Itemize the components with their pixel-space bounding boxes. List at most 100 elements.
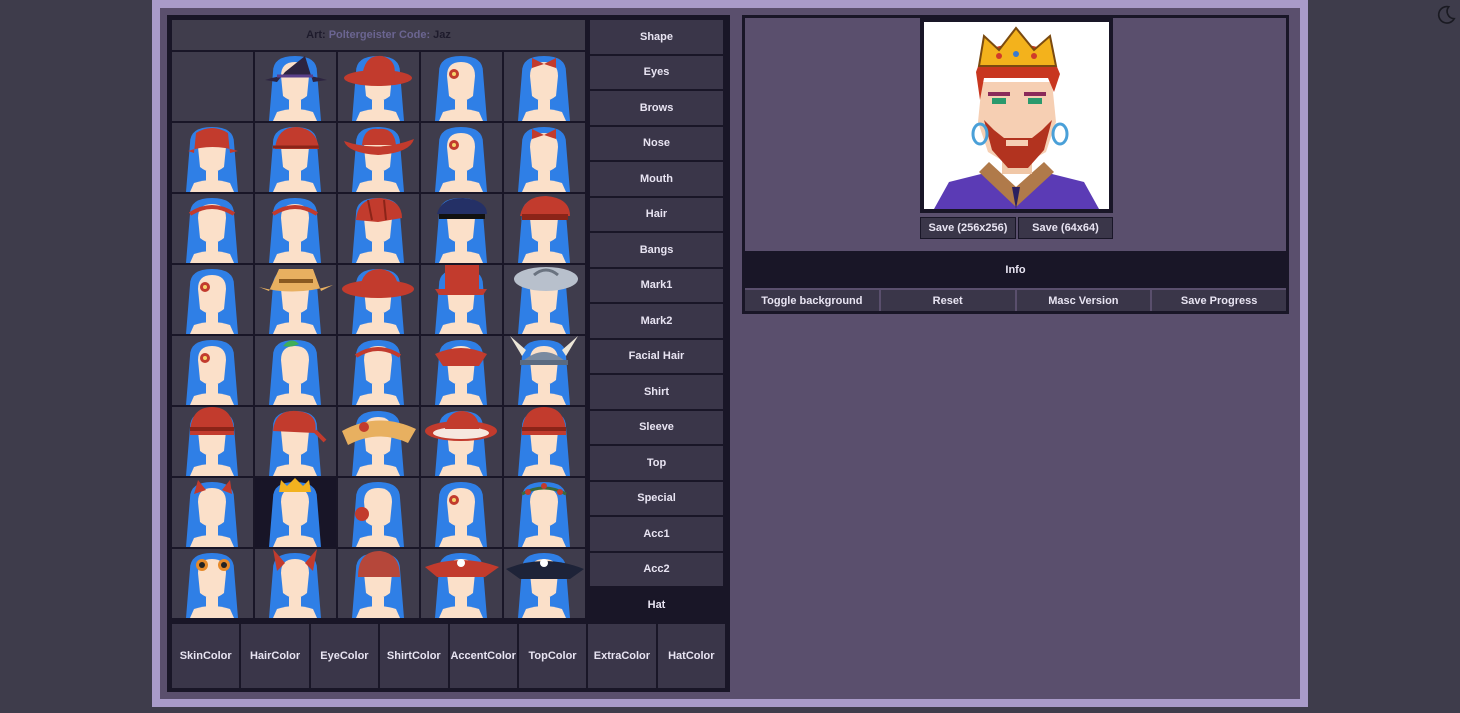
color-button-label-line1: Eye (320, 649, 340, 662)
hat-preview-icon (186, 127, 238, 192)
category-bangs[interactable]: Bangs (590, 233, 723, 267)
hat-preview-icon (435, 198, 487, 263)
hat-option-pirate-hat-black[interactable] (504, 549, 585, 618)
preview-body: Save (256x256) Save (64x64) Info Toggle … (745, 18, 1286, 311)
masc-version-button[interactable]: Masc Version (1016, 290, 1151, 311)
hat-preview-icon (186, 340, 238, 405)
hat-option-white-brim-hat[interactable] (421, 407, 502, 476)
shirt-color-button[interactable]: Shirt Color (380, 624, 448, 688)
category-facial-hair[interactable]: Facial Hair (590, 339, 723, 373)
save-64-button[interactable]: Save (64x64) (1018, 217, 1113, 239)
hat-option-flower-crown[interactable] (504, 478, 585, 547)
editor-panel: Art: Poltergeister Code: Jaz Shape Eyes Br… (167, 15, 730, 692)
code-label: Code: (398, 29, 431, 41)
hat-preview-icon (518, 196, 570, 263)
hat-option-straw-hat[interactable] (255, 265, 336, 334)
hat-option-none[interactable] (172, 52, 253, 121)
hat-option-flower-clip[interactable] (421, 52, 502, 121)
extra-color-button[interactable]: Extra Color (588, 624, 656, 688)
hat-option-beanie[interactable] (172, 407, 253, 476)
hat-option-bandana[interactable] (255, 407, 336, 476)
hat-option-leaf-sprout[interactable] (255, 336, 336, 405)
category-eyes[interactable]: Eyes (590, 55, 723, 89)
hat-option-crown[interactable] (255, 478, 336, 547)
color-button-label-line2: Color (487, 649, 516, 662)
hat-option-bow[interactable] (504, 52, 585, 121)
category-hair[interactable]: Hair (590, 197, 723, 231)
skin-color-button[interactable]: Skin Color (172, 624, 240, 688)
hat-preview-icon (435, 265, 487, 334)
hat-option-tricorn[interactable] (421, 336, 502, 405)
hat-option-top-hat[interactable] (421, 265, 502, 334)
dark-mode-icon[interactable] (1435, 4, 1457, 26)
art-name-link[interactable]: Poltergeister (329, 29, 396, 41)
color-button-label-line1: Hat (668, 649, 686, 662)
hat-option-cap[interactable] (255, 123, 336, 192)
hat-option-devil-horns[interactable] (255, 549, 336, 618)
category-shape[interactable]: Shape (590, 20, 723, 54)
category-mark2[interactable]: Mark2 (590, 304, 723, 338)
hat-option-newsboy-cap[interactable] (338, 194, 419, 263)
category-hat[interactable]: Hat (590, 588, 723, 622)
hat-option-silver-cap[interactable] (504, 265, 585, 334)
hat-option-bucket-hat[interactable] (172, 123, 253, 192)
category-mark1[interactable]: Mark1 (590, 268, 723, 302)
category-nose[interactable]: Nose (590, 126, 723, 160)
hat-option-red-brim-hat[interactable] (338, 265, 419, 334)
toggle-background-button[interactable]: Toggle background (745, 290, 879, 311)
hat-preview-icon (352, 551, 404, 618)
hat-option-flower-clip[interactable] (421, 123, 502, 192)
credit-bar: Art: Poltergeister Code: Jaz (172, 20, 585, 50)
hat-preview-icon (435, 340, 487, 405)
category-special[interactable]: Special (590, 481, 723, 515)
accent-color-button[interactable]: Accent Color (449, 624, 517, 688)
category-mouth[interactable]: Mouth (590, 162, 723, 196)
category-acc2[interactable]: Acc2 (590, 552, 723, 586)
hat-option-goggles[interactable] (172, 549, 253, 618)
code-name-link[interactable]: Jaz (433, 29, 451, 41)
hat-option-flower-clip[interactable] (172, 265, 253, 334)
hat-preview-icon (269, 127, 321, 192)
save-256-button[interactable]: Save (256x256) (920, 217, 1016, 239)
hat-option-cat-ears[interactable] (172, 478, 253, 547)
color-button-label-line1: Extra (593, 649, 622, 662)
hat-option-witch-hat[interactable] (255, 52, 336, 121)
color-button-label-line1: Skin (179, 649, 203, 662)
color-button-label-line2: Color (547, 649, 577, 662)
app-frame: Art: Poltergeister Code: Jaz Shape Eyes Br… (152, 0, 1308, 707)
reset-button[interactable]: Reset (880, 290, 1015, 311)
hat-option-bow[interactable] (504, 123, 585, 192)
hat-option-flower-clip[interactable] (172, 336, 253, 405)
top-color-button[interactable]: Top Color (518, 624, 587, 688)
category-sleeve[interactable]: Sleeve (590, 410, 723, 444)
info-button[interactable]: Info (745, 251, 1286, 288)
hat-option-headband[interactable] (338, 336, 419, 405)
hat-option-flower-clip[interactable] (421, 478, 502, 547)
category-top[interactable]: Top (590, 446, 723, 480)
hat-option-beanie[interactable] (504, 407, 585, 476)
hat-option-navy-cap[interactable] (421, 194, 502, 263)
hair-color-button[interactable]: Hair Color (241, 624, 309, 688)
category-acc1[interactable]: Acc1 (590, 517, 723, 551)
hat-option-headband[interactable] (255, 194, 336, 263)
hat-option-wide-red-hat[interactable] (338, 52, 419, 121)
hat-color-button[interactable]: Hat Color (657, 624, 725, 688)
hat-preview-icon (269, 410, 327, 476)
hat-option-sun-hat[interactable] (338, 407, 419, 476)
hat-option-viking-helm[interactable] (504, 336, 585, 405)
category-shirt[interactable]: Shirt (590, 375, 723, 409)
hat-preview-icon (342, 411, 416, 476)
hat-option-ear-muff[interactable] (338, 478, 419, 547)
hat-option-red-cap[interactable] (504, 194, 585, 263)
hat-option-cowboy-hat[interactable] (338, 123, 419, 192)
category-brows[interactable]: Brows (590, 91, 723, 125)
portrait-image (934, 26, 1099, 209)
color-button-label-line2: Color (202, 649, 232, 662)
preview-panel: Save (256x256) Save (64x64) Info Toggle … (742, 15, 1289, 314)
eye-color-button[interactable]: Eye Color (310, 624, 379, 688)
hat-preview-icon (518, 482, 570, 547)
hat-option-pirate-hat-red[interactable] (421, 549, 502, 618)
save-progress-button[interactable]: Save Progress (1152, 290, 1286, 311)
hat-option-knit-cap[interactable] (338, 549, 419, 618)
hat-option-headband[interactable] (172, 194, 253, 263)
